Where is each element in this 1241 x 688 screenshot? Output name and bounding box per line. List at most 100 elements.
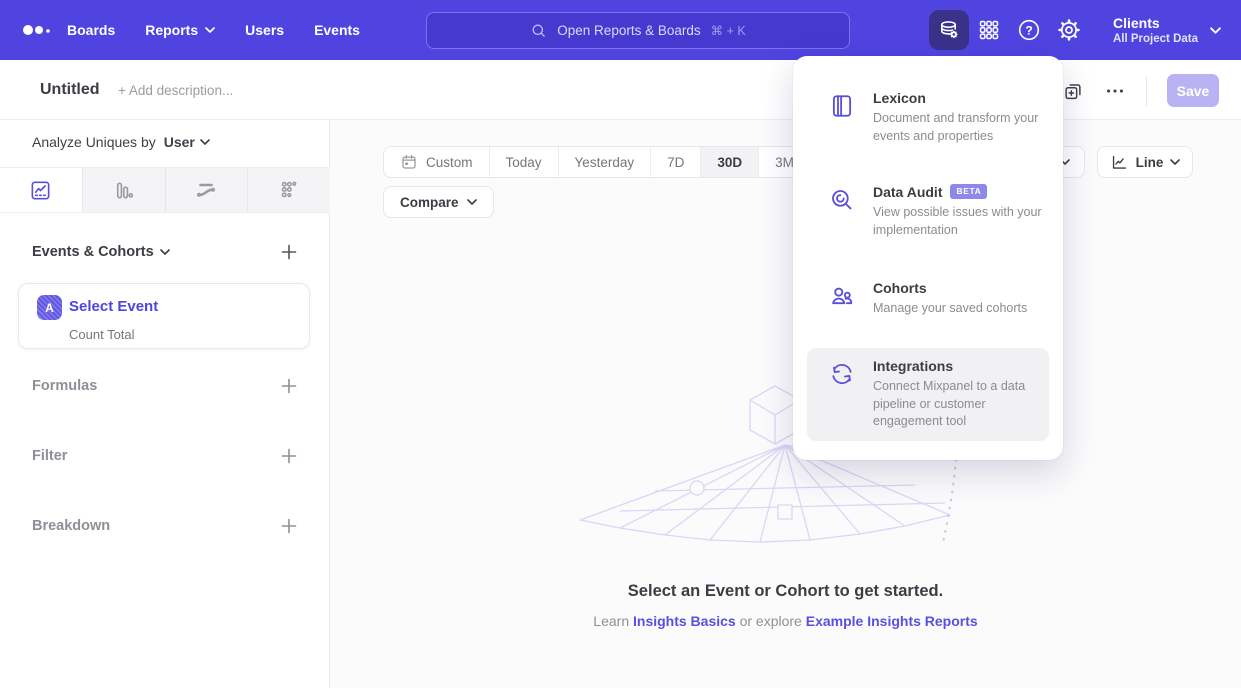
date-range-yesterday[interactable]: Yesterday (559, 147, 652, 177)
search-icon (530, 22, 547, 39)
menu-item-lexicon[interactable]: Lexicon Document and transform your even… (807, 80, 1049, 155)
nav-item-boards[interactable]: Boards (67, 22, 115, 38)
query-builder-sidebar: Analyze Uniques by User (0, 120, 330, 688)
add-filter-button[interactable] (281, 448, 297, 464)
nav-item-reports[interactable]: Reports (145, 22, 215, 38)
top-navigation: Boards Reports Users Events Open Reports… (0, 0, 1241, 60)
settings-button[interactable] (1049, 10, 1089, 50)
svg-text:?: ? (1025, 23, 1032, 37)
date-range-7d[interactable]: 7D (651, 147, 701, 177)
count-total-label[interactable]: Count Total (69, 327, 135, 342)
analyze-value: User (164, 134, 195, 150)
search-placeholder: Open Reports & Boards (557, 23, 700, 38)
calendar-icon (400, 153, 418, 171)
tab-flow-chart[interactable] (166, 168, 249, 212)
tab-bar-chart[interactable] (83, 168, 166, 212)
report-description-placeholder[interactable]: + Add description... (118, 83, 233, 98)
chevron-down-icon (205, 27, 215, 33)
help-button[interactable]: ? (1009, 10, 1049, 50)
chart-canvas: Custom Today Yesterday 7D 30D 3M 6M Comp… (330, 120, 1241, 688)
date-option-label: 7D (667, 155, 684, 170)
report-actions: Save (1062, 74, 1219, 107)
filter-section: Filter (32, 448, 297, 464)
date-option-label: Today (506, 155, 542, 170)
events-cohorts-header[interactable]: Events & Cohorts (32, 244, 170, 260)
menu-item-title: Cohorts (873, 280, 927, 296)
menu-item-data-audit[interactable]: Data Audit BETA View possible issues wit… (807, 174, 1049, 249)
menu-item-title: Lexicon (873, 90, 926, 106)
insights-basics-link[interactable]: Insights Basics (633, 613, 736, 629)
line-chart-icon (1110, 153, 1129, 172)
nav-item-label: Users (245, 22, 284, 38)
plus-icon (281, 518, 297, 534)
menu-item-cohorts[interactable]: Cohorts Manage your saved cohorts (807, 270, 1049, 328)
add-breakdown-button[interactable] (281, 518, 297, 534)
cohorts-icon (829, 280, 855, 318)
nav-item-label: Boards (67, 22, 115, 38)
menu-item-description: Manage your saved cohorts (873, 300, 1065, 318)
chart-type-label: Line (1136, 155, 1164, 170)
apps-grid-button[interactable] (969, 10, 1009, 50)
chevron-down-icon (160, 249, 170, 255)
date-range-30d[interactable]: 30D (701, 147, 759, 177)
empty-state-subtitle: Learn Insights Basics or explore Example… (330, 613, 1241, 629)
data-management-button[interactable] (929, 10, 969, 50)
menu-item-title: Integrations (873, 358, 953, 374)
duplicate-report-button[interactable] (1062, 80, 1084, 102)
beta-badge: BETA (950, 184, 987, 199)
metrics-grid-tab-icon (278, 179, 301, 202)
more-options-button[interactable] (1104, 80, 1126, 102)
breakdown-section: Breakdown (32, 518, 297, 534)
analyze-uniques-selector[interactable]: Analyze Uniques by User (32, 134, 210, 150)
add-formula-button[interactable] (281, 378, 297, 394)
chart-type-tabs (0, 167, 330, 213)
apps-grid-icon (977, 18, 1001, 42)
nav-item-label: Reports (145, 22, 198, 38)
empty-state-text: Learn (593, 613, 633, 629)
tab-metrics-grid[interactable] (248, 168, 330, 212)
nav-item-events[interactable]: Events (314, 22, 360, 38)
data-management-dropdown: Lexicon Document and transform your even… (793, 56, 1063, 460)
date-option-label: 3M (775, 155, 794, 170)
date-range-custom[interactable]: Custom (384, 147, 490, 177)
select-event-card[interactable]: A Select Event Count Total (18, 283, 310, 349)
event-letter-badge: A (37, 295, 62, 320)
divider (1146, 76, 1147, 106)
nav-item-users[interactable]: Users (245, 22, 284, 38)
add-event-button[interactable] (281, 244, 297, 260)
plus-icon (281, 244, 297, 260)
report-title[interactable]: Untitled (40, 81, 100, 99)
compare-button[interactable]: Compare (383, 186, 494, 218)
mixpanel-logo-icon[interactable] (22, 22, 52, 38)
chevron-down-icon (200, 139, 210, 145)
filter-label: Filter (32, 448, 67, 464)
gear-icon (1056, 17, 1082, 43)
data-audit-icon (829, 184, 855, 239)
empty-state-text: or explore (736, 613, 806, 629)
chevron-down-icon (467, 199, 477, 205)
select-event-label: Select Event (69, 298, 158, 315)
analyze-label: Analyze Uniques by (32, 134, 156, 150)
integrations-icon (829, 358, 855, 431)
top-right-icons: ? Clients All Project Data (929, 0, 1241, 60)
lexicon-icon (829, 90, 855, 145)
save-button[interactable]: Save (1167, 74, 1219, 107)
menu-item-description: Document and transform your events and p… (873, 110, 1051, 145)
project-selector[interactable]: Clients All Project Data (1113, 15, 1221, 45)
help-icon: ? (1016, 17, 1042, 43)
menu-item-description: Connect Mixpanel to a data pipeline or c… (873, 378, 1051, 431)
section-label: Events & Cohorts (32, 244, 154, 260)
example-reports-link[interactable]: Example Insights Reports (806, 613, 978, 629)
tab-line-chart[interactable] (0, 168, 83, 212)
date-option-label: 30D (717, 155, 742, 170)
flow-chart-tab-icon (194, 178, 218, 202)
menu-item-integrations[interactable]: Integrations Connect Mixpanel to a data … (807, 348, 1049, 441)
global-search-input[interactable]: Open Reports & Boards ⌘ + K (426, 12, 850, 49)
search-shortcut: ⌘ + K (711, 23, 746, 38)
nav-links: Boards Reports Users Events (67, 0, 360, 60)
project-name: All Project Data (1113, 33, 1198, 45)
date-range-today[interactable]: Today (490, 147, 559, 177)
menu-item-description: View possible issues with your implement… (873, 204, 1065, 239)
chevron-down-icon (1210, 27, 1221, 34)
chart-type-selector[interactable]: Line (1097, 146, 1193, 178)
